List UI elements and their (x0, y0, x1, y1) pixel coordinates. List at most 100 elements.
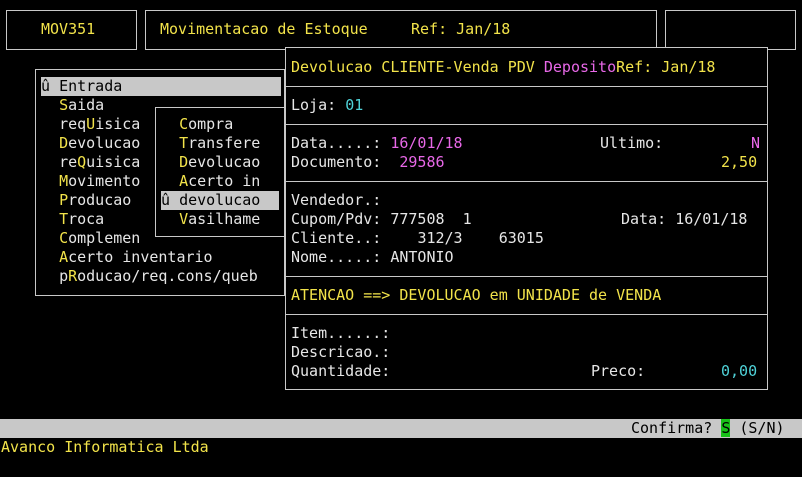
menu-item-text: certo in (188, 172, 261, 190)
menu-item-text (41, 134, 59, 152)
menu-item-text: D (179, 153, 189, 171)
menu-item-text (161, 153, 179, 171)
divider (286, 181, 768, 182)
menu-item-text: V (179, 210, 189, 228)
divider (286, 276, 768, 277)
menu-item-text (41, 267, 59, 285)
dialog-title-main: Devolucao CLIENTE-Venda PDV (291, 58, 544, 76)
documento-row: Documento: 29586 (291, 153, 445, 172)
nome-label: Nome.....: (291, 248, 382, 266)
menu-item-text: S (59, 96, 69, 114)
menu-item-text: U (86, 115, 96, 133)
menu-item-text (41, 248, 59, 266)
menu-item-text: aida (68, 96, 105, 114)
nome-value: ANTONIO (390, 248, 454, 266)
menu-item[interactable]: Vasilhame (161, 210, 279, 229)
menu-item-text: û (41, 77, 60, 95)
menu-item-text: A (59, 248, 69, 266)
cupom-value: 777508 1 (390, 210, 472, 228)
confirm-input[interactable]: S (721, 419, 731, 437)
data-row: Data.....: 16/01/18 (291, 134, 463, 153)
menu-item-text (41, 96, 59, 114)
cupom-row: Cupom/Pdv: 777508 1 (291, 210, 472, 229)
header-right-box (665, 10, 796, 50)
menu-item-text: omplemen (68, 229, 141, 247)
menu-item-text: evolucao (68, 134, 141, 152)
data-label: Data.....: (291, 134, 382, 152)
menu-item-text: T (59, 210, 69, 228)
preco-label: Preco: (591, 362, 646, 380)
loja-value[interactable]: 01 (345, 96, 363, 114)
menu-item-text: R (68, 267, 78, 285)
confirm-prompt: Confirma? S (S/N) (631, 419, 785, 438)
cliente-value: 312/3 63015 (417, 229, 544, 247)
confirm-label: Confirma? (631, 419, 713, 437)
menu-item-text: asilhame (188, 210, 261, 228)
program-code: MOV351 (41, 20, 96, 38)
menu-item-text (41, 172, 59, 190)
cliente-label: Cliente..: (291, 229, 382, 247)
menu-item-text: ompra (188, 115, 234, 133)
menu-item-text: Q (77, 153, 87, 171)
menu-item[interactable]: Compra (161, 115, 279, 134)
cupom-data-value: 16/01/18 (675, 210, 748, 228)
menu-item-text: P (59, 191, 69, 209)
item-label: Item......: (291, 324, 391, 342)
menu-item[interactable]: Acerto inventario (41, 248, 281, 267)
documento-value[interactable]: 29586 (399, 153, 444, 171)
vendedor-label: Vendedor.: (291, 191, 382, 209)
menu-item-text: req (59, 115, 87, 133)
loja-label: Loja: (291, 96, 337, 114)
menu-item[interactable]: û Entrada (41, 77, 281, 96)
menu-item-text: evolucao (188, 153, 261, 171)
menu-item-text (41, 191, 59, 209)
menu-item-text: T (179, 134, 189, 152)
cliente-row: Cliente..: 312/3 63015 (291, 229, 544, 248)
data-value[interactable]: 16/01/18 (390, 134, 462, 152)
cupom-data-row: Data: 16/01/18 (621, 210, 747, 229)
menu-item-text (41, 115, 59, 133)
menu-item-text: A (179, 172, 189, 190)
menu-item-text: oducao/req.cons/queb (77, 267, 258, 285)
menu-item-text: ransfere (188, 134, 261, 152)
menu-item[interactable]: pRoducao/req.cons/queb (41, 267, 281, 286)
menu-item-text: roducao (68, 191, 132, 209)
menu-item[interactable]: Transfere (161, 134, 279, 153)
divider (286, 124, 768, 125)
menu-item-text: isica (95, 115, 141, 133)
quantidade-label: Quantidade: (291, 362, 391, 380)
menu-item-text (41, 229, 59, 247)
cupom-data-label: Data: (621, 210, 667, 228)
descricao-label: Descricao.: (291, 343, 391, 361)
ultimo-label: Ultimo: (600, 134, 664, 152)
menu-item[interactable]: Devolucao (161, 153, 279, 172)
menu-item[interactable]: û devolucao (161, 191, 279, 210)
menu-item-text: C (179, 115, 189, 133)
header-title: Movimentacao de Estoque (160, 20, 368, 38)
menu-item-text (161, 134, 179, 152)
menu-item-text: C (59, 229, 69, 247)
menu-item-text: devolucao (179, 191, 261, 209)
sub-menu-list: Compra Transfere Devolucao Acerto in û de… (161, 115, 279, 229)
dialog-title: Devolucao CLIENTE-Venda PDV DepositoRef:… (291, 58, 715, 77)
confirm-options: (S/N) (739, 419, 785, 437)
menu-item-text (161, 115, 179, 133)
documento-amount: 2,50 (721, 153, 758, 171)
ultimo-value[interactable]: N (751, 134, 760, 153)
dialog-title-ref: Ref: Jan/18 (616, 58, 716, 76)
alert-message: ATENCAO ==> DEVOLUCAO em UNIDADE de VEND… (291, 286, 662, 304)
menu-item-text: re (59, 153, 78, 171)
company-name: Avanco Informatica Ltda (1, 438, 209, 456)
menu-item-text (161, 172, 179, 190)
documento-label: Documento: (291, 153, 382, 171)
menu-item-text: ovimento (68, 172, 141, 190)
menu-item-text (41, 153, 59, 171)
menu-item-text (161, 210, 179, 228)
menu-item-text (41, 210, 59, 228)
preco-value[interactable]: 0,00 (721, 362, 757, 381)
menu-item[interactable]: Acerto in (161, 172, 279, 191)
divider (286, 86, 768, 87)
menu-item-text: D (59, 134, 69, 152)
menu-item-text: û (161, 191, 180, 209)
cupom-label: Cupom/Pdv: (291, 210, 382, 228)
